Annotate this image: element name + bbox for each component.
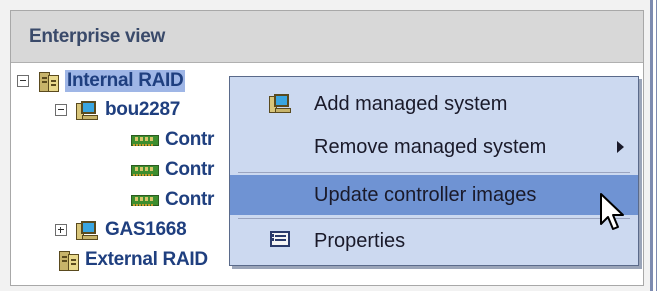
collapse-toggle-icon[interactable] [17, 75, 29, 87]
computer-icon [75, 99, 99, 121]
menu-item-properties[interactable]: Properties [230, 221, 638, 261]
tree-node-label[interactable]: bou2287 [105, 99, 180, 121]
tree-node-controller[interactable]: Contr [129, 187, 214, 213]
controller-card-icon [129, 192, 159, 208]
context-menu: Add managed system Remove managed system… [229, 76, 639, 266]
tree-node-controller[interactable]: Contr [129, 127, 214, 153]
mouse-pointer-icon [600, 193, 624, 230]
tree-node-external-raid[interactable]: External RAID [57, 247, 208, 273]
tree-node-label[interactable]: External RAID [85, 249, 208, 271]
computer-icon [268, 92, 292, 114]
menu-item-update-controller-images[interactable]: Update controller images [230, 175, 638, 215]
tree-node-internal-raid[interactable]: Internal RAID [17, 68, 186, 94]
menu-item-label: Add managed system [314, 92, 508, 115]
menu-item-label: Update controller images [314, 183, 537, 206]
panel-header: Enterprise view [11, 11, 643, 63]
tree-node-gas1668[interactable]: GAS1668 [55, 217, 187, 243]
controller-card-icon [129, 162, 159, 178]
menu-item-add-managed-system[interactable]: Add managed system [230, 84, 638, 124]
tree-node-bou2287[interactable]: bou2287 [55, 97, 180, 123]
tree-node-label[interactable]: GAS1668 [105, 219, 187, 241]
storage-cabinet-icon [57, 249, 79, 271]
panel-title: Enterprise view [29, 25, 165, 47]
window-border-inner [656, 0, 657, 291]
tree-node-controller[interactable]: Contr [129, 157, 214, 183]
tree-node-label[interactable]: Contr [165, 159, 214, 181]
menu-item-remove-managed-system[interactable]: Remove managed system [230, 127, 638, 167]
menu-item-label: Remove managed system [314, 135, 547, 158]
window-border [650, 0, 653, 291]
collapse-toggle-icon[interactable] [55, 104, 67, 116]
tree-node-label[interactable]: Contr [165, 189, 214, 211]
computer-icon [75, 219, 99, 241]
tree-node-label[interactable]: Contr [165, 129, 214, 151]
properties-icon [268, 229, 292, 251]
controller-card-icon [129, 132, 159, 148]
storage-cabinet-icon [37, 70, 59, 92]
submenu-arrow-icon [617, 141, 624, 153]
menu-item-label: Properties [314, 229, 406, 252]
menu-separator [238, 218, 630, 219]
expand-toggle-icon[interactable] [55, 224, 67, 236]
menu-separator [238, 172, 630, 173]
tree-node-label[interactable]: Internal RAID [65, 70, 186, 92]
